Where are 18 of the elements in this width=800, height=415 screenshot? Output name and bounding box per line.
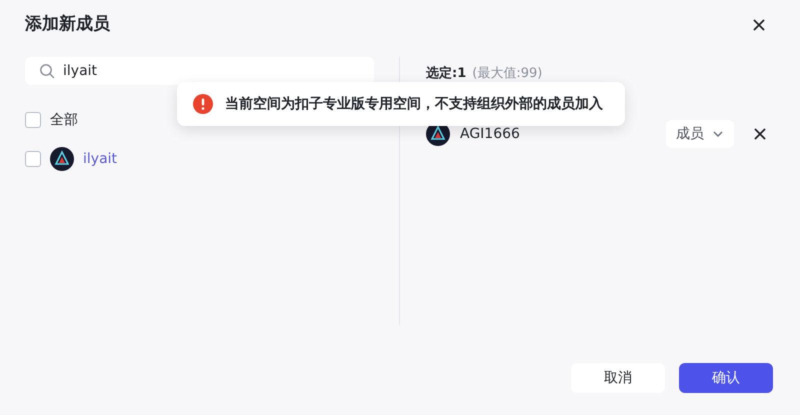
- search-icon: [39, 63, 55, 79]
- dialog-title: 添加新成员: [25, 12, 110, 36]
- search-field[interactable]: ilyait: [25, 57, 374, 85]
- cancel-button[interactable]: 取消: [571, 363, 665, 393]
- avatar-icon: [50, 147, 74, 171]
- member-name: AGI1666: [460, 124, 521, 144]
- checkbox[interactable]: [25, 151, 41, 167]
- selected-count: 选定:1: [426, 64, 466, 84]
- max-count: (最大值:99): [472, 65, 542, 84]
- user-name: ilyait: [83, 150, 118, 168]
- confirm-button[interactable]: 确认: [679, 363, 773, 393]
- error-icon: [193, 94, 213, 114]
- checkbox[interactable]: [25, 112, 41, 128]
- close-icon[interactable]: [753, 18, 765, 30]
- toast-message: 当前空间为扣子专业版专用空间，不支持组织外部的成员加入: [225, 94, 603, 114]
- role-dropdown[interactable]: 成员: [666, 120, 734, 148]
- remove-icon[interactable]: [754, 128, 766, 140]
- option-label: 全部: [50, 110, 78, 130]
